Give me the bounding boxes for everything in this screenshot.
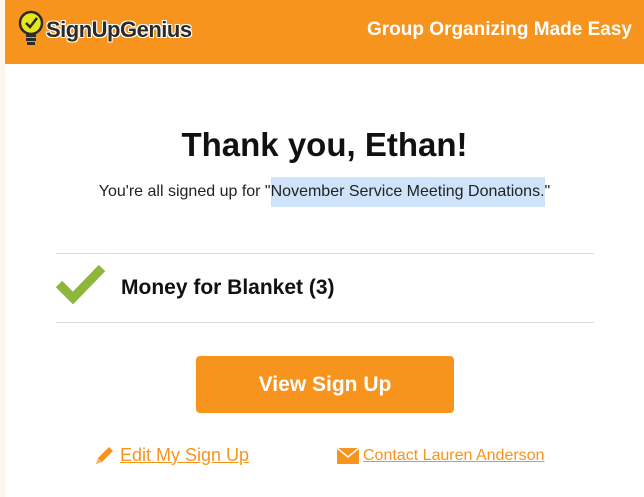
item-label: Money for Blanket (3) (121, 276, 335, 299)
contact-organizer-link[interactable]: Contact Lauren Anderson (337, 447, 544, 465)
lightbulb-logo-icon (18, 10, 44, 45)
pencil-icon (96, 447, 113, 464)
signed-item-row: Money for Blanket (3) (56, 264, 594, 310)
view-sign-up-button[interactable]: View Sign Up (196, 356, 454, 413)
logo-text: SignUpGenius (46, 17, 192, 42)
checkmark-icon (56, 264, 106, 304)
header-bar: SignUpGenius Group Organizing Made Easy (5, 0, 644, 64)
divider-top (56, 253, 594, 254)
contact-link-label: Contact Lauren Anderson (363, 447, 545, 464)
signup-confirmation-text: You're all signed up for "November Servi… (5, 177, 644, 207)
page: SignUpGenius Group Organizing Made Easy … (5, 0, 644, 497)
divider-bottom (56, 322, 594, 323)
logo[interactable]: SignUpGenius (17, 10, 192, 48)
signed-suffix: " (544, 183, 551, 200)
envelope-icon (337, 448, 359, 464)
edit-my-sign-up-link[interactable]: Edit My Sign Up (94, 444, 249, 466)
header-tagline: Group Organizing Made Easy (367, 19, 632, 40)
edit-link-label: Edit My Sign Up (120, 444, 250, 465)
page-title: Thank you, Ethan! (181, 126, 468, 163)
signed-prefix: You're all signed up for " (98, 183, 271, 200)
event-name: November Service Meeting Donations. (270, 177, 545, 207)
